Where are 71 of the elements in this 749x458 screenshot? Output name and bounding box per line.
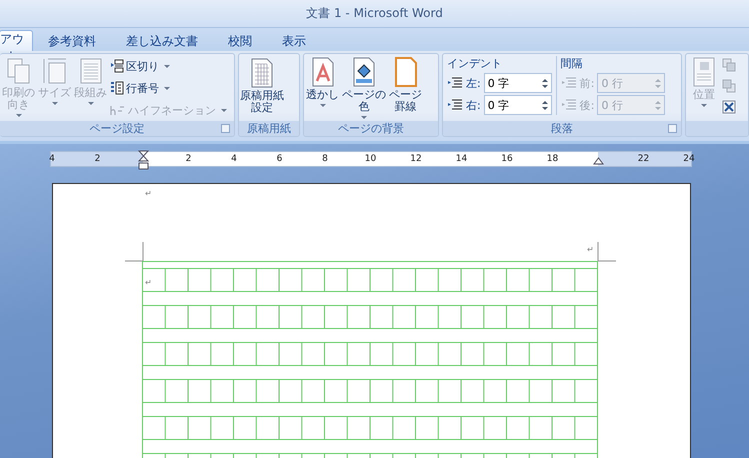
- line-numbers-icon: [110, 81, 124, 95]
- dropdown-caret-icon: [52, 102, 58, 105]
- ruler-number: 2: [94, 153, 100, 166]
- page-border-icon: [394, 57, 418, 87]
- breaks-icon: [110, 59, 124, 73]
- ruler-number: 4: [231, 153, 237, 166]
- manuscript-page-icon: [250, 58, 274, 88]
- dropdown-caret-icon: [88, 102, 94, 105]
- dropdown-caret-icon: [701, 104, 707, 107]
- dropdown-caret-icon: [16, 114, 22, 117]
- spin-field[interactable]: 0 字: [484, 95, 552, 115]
- ribbon-button[interactable]: 透かし: [305, 56, 340, 108]
- columns-icon: [78, 57, 104, 85]
- spacing-icon: [560, 99, 577, 111]
- ruler-number: 4: [49, 153, 55, 166]
- ruler-number: 12: [410, 153, 422, 166]
- hyphenation-icon: [110, 103, 126, 117]
- dropdown-caret-icon: [164, 86, 170, 90]
- ruler-number: 2: [186, 153, 192, 166]
- dropdown-caret-icon: [164, 64, 170, 68]
- ruler-number: 6: [276, 153, 282, 166]
- ribbon-button[interactable]: 原稿用紙 設定: [240, 56, 284, 116]
- field-label: 前:: [580, 76, 594, 90]
- ruler-number: 14: [456, 153, 468, 166]
- paragraph-mark: ↵: [145, 190, 152, 198]
- field-label: 後:: [580, 98, 594, 112]
- group-label: 原稿用紙: [247, 121, 291, 136]
- pages-icon: [6, 57, 32, 85]
- ruler-number: 18: [546, 153, 558, 166]
- group-label: ページの背景: [338, 121, 404, 136]
- ribbon-button[interactable]: ページの 色: [341, 56, 387, 120]
- spacing-icon: [560, 77, 577, 89]
- paragraph-mark: ↵: [145, 279, 152, 287]
- watermark-icon: [310, 57, 334, 87]
- ribbon-tab[interactable]: 差し込み文書: [111, 30, 213, 51]
- bring-forward-icon[interactable]: [722, 58, 736, 72]
- dropdown-caret-icon: [221, 108, 227, 112]
- ribbon-button[interactable]: 区切り: [109, 56, 228, 76]
- ruler-number: 8: [322, 153, 328, 166]
- page-size-icon: [42, 57, 68, 85]
- field-label: 左:: [466, 76, 481, 90]
- field-label: 右:: [466, 98, 481, 112]
- ruler-number: 10: [364, 153, 376, 166]
- dialog-launcher-icon[interactable]: [221, 124, 230, 133]
- text-wrap-icon[interactable]: [722, 100, 736, 114]
- section-heading: インデント: [447, 56, 503, 71]
- group-label: 段落: [551, 121, 573, 136]
- dropdown-caret-icon: [320, 104, 326, 107]
- paragraph-mark: ↵: [587, 246, 594, 254]
- send-backward-icon[interactable]: [722, 79, 736, 93]
- spin-field[interactable]: 0 字: [484, 73, 552, 93]
- paint-bucket-icon: [352, 57, 376, 87]
- indent-icon: [447, 77, 463, 89]
- indent-marker-icon[interactable]: [138, 150, 149, 170]
- indent-icon: [447, 99, 463, 111]
- ribbon-tab[interactable]: 参考資料: [33, 30, 111, 51]
- ribbon-tab[interactable]: アウ: [0, 30, 33, 51]
- window-title: 文書 1 - Microsoft Word: [306, 5, 443, 22]
- dialog-launcher-icon[interactable]: [668, 124, 677, 133]
- ribbon-button[interactable]: 行番号: [109, 78, 228, 98]
- group-label-bar: [686, 121, 748, 136]
- ribbon-button[interactable]: ページ 罫線: [388, 56, 423, 114]
- ribbon-tab[interactable]: 校閲: [213, 30, 267, 51]
- group-label: ページ設定: [90, 121, 144, 136]
- ruler-number: 24: [683, 153, 695, 166]
- ruler-number: 22: [638, 153, 650, 166]
- position-icon: [692, 57, 716, 87]
- ruler-number: 16: [501, 153, 513, 166]
- section-heading: 間隔: [560, 56, 584, 71]
- right-indent-marker-icon[interactable]: [593, 157, 604, 165]
- ribbon-tab[interactable]: 表示: [267, 30, 321, 51]
